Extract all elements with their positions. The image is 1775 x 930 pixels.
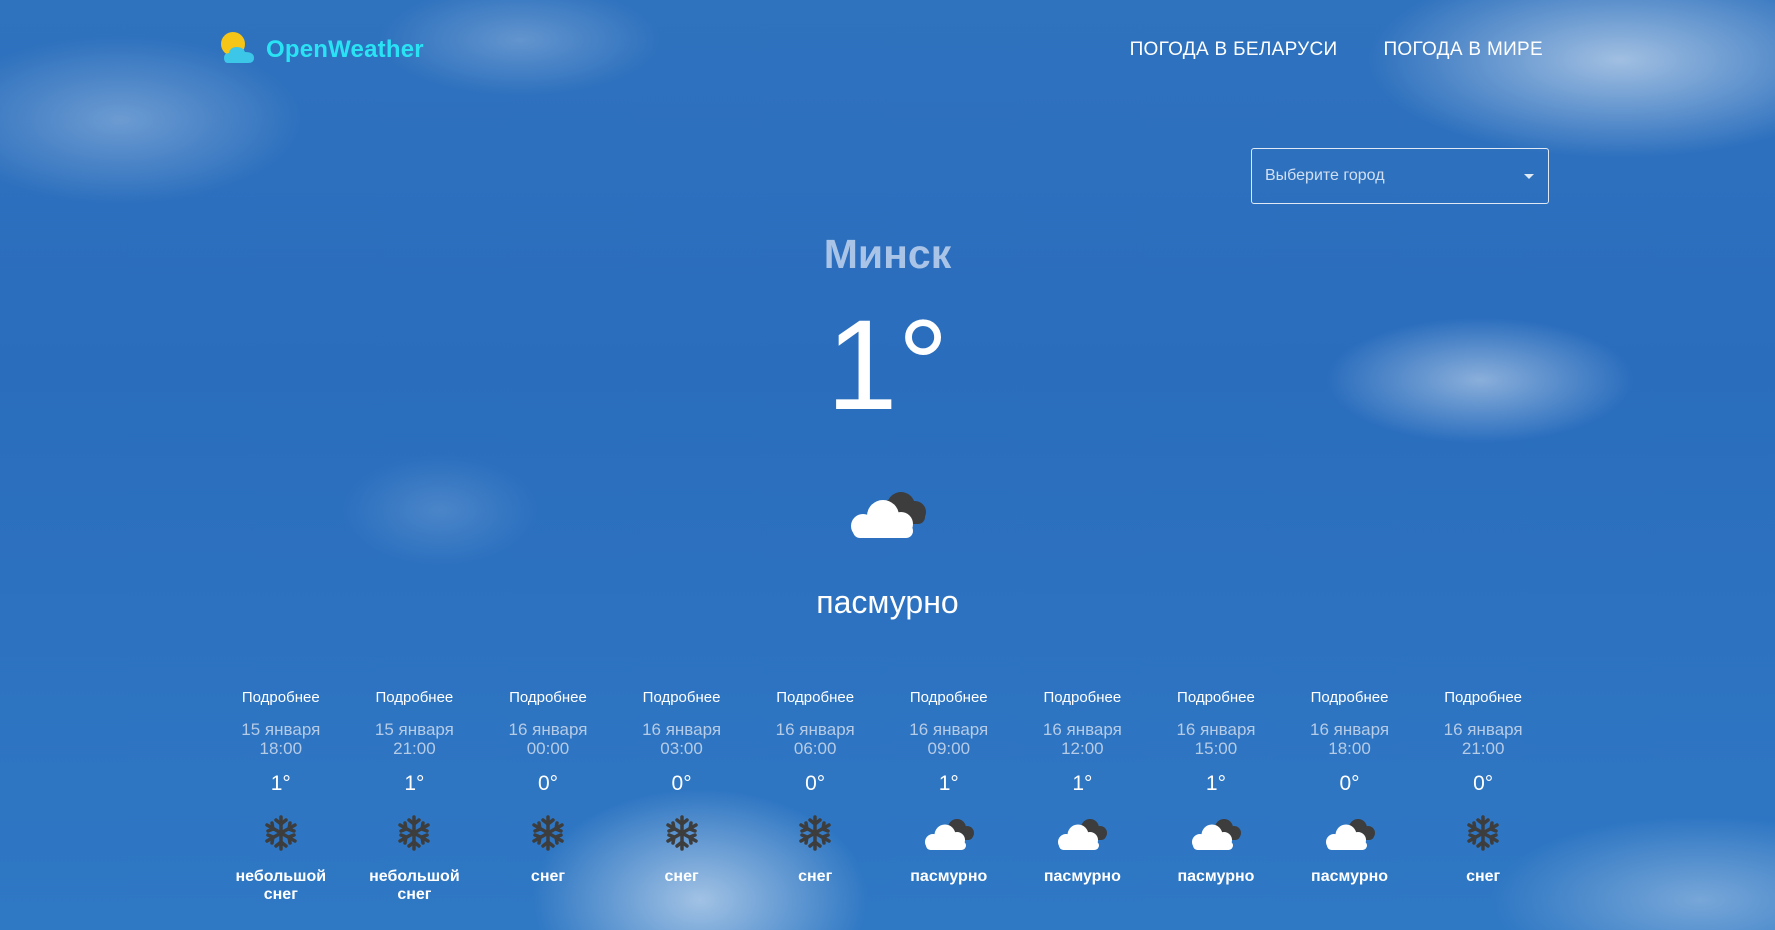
forecast-datetime: 15 января 18:00 [241, 720, 320, 758]
city-name: Минск [823, 231, 952, 277]
forecast-time: 06:00 [793, 739, 837, 758]
current-weather: Минск 1° пасмурно [0, 228, 1775, 622]
forecast-temperature: 1° [404, 772, 425, 795]
forecast-list: Подробнее 15 января 18:00 1° небольшой снег… [214, 688, 1550, 904]
forecast-date: 16 января [775, 720, 855, 739]
forecast-date: 16 января [1042, 720, 1122, 739]
forecast-details-link[interactable]: Подробнее [643, 688, 721, 708]
forecast-datetime: 16 января 00:00 [508, 720, 587, 758]
forecast-details-link[interactable]: Подробнее [1444, 688, 1522, 708]
forecast-date: 16 января [508, 720, 588, 739]
forecast-description: небольшой снег [235, 868, 327, 903]
forecast-item: Подробнее 16 января 12:00 1° пасмурно [1016, 688, 1150, 904]
forecast-time: 09:00 [927, 739, 971, 758]
forecast-temperature: 0° [1339, 772, 1360, 795]
forecast-details-link[interactable]: Подробнее [910, 688, 988, 708]
forecast-datetime: 15 января 21:00 [375, 720, 454, 758]
forecast-temperature: 1° [938, 772, 959, 795]
forecast-item: Подробнее 16 января 18:00 0° пасмурно [1283, 688, 1417, 904]
forecast-details-link[interactable]: Подробнее [509, 688, 587, 708]
forecast-details-link[interactable]: Подробнее [375, 688, 453, 708]
forecast-datetime: 16 января 06:00 [776, 720, 855, 758]
current-temperature: 1° [826, 294, 949, 437]
forecast-details-link[interactable]: Подробнее [1311, 688, 1389, 708]
forecast-temperature: 0° [537, 772, 559, 795]
forecast-temperature: 0° [805, 772, 826, 795]
forecast-description: пасмурно [910, 868, 988, 885]
forecast-item: Подробнее 16 января 09:00 1° пасмурно [882, 688, 1016, 904]
overcast-cloud-icon [850, 492, 926, 538]
forecast-item: Подробнее 16 января 15:00 1° пасмурно [1149, 688, 1283, 904]
forecast-description: снег [798, 868, 833, 885]
chevron-down-icon [1524, 173, 1534, 179]
forecast-datetime: 16 января 12:00 [1043, 720, 1122, 758]
forecast-temperature: 0° [671, 772, 692, 795]
forecast-item: Подробнее 16 января 03:00 0° снег [615, 688, 749, 904]
logo-sun-cloud-icon [221, 32, 254, 63]
forecast-time: 00:00 [526, 739, 570, 758]
forecast-item: Подробнее 15 января 18:00 1° небольшой снег [214, 688, 348, 904]
forecast-datetime: 16 января 18:00 [1310, 720, 1389, 758]
forecast-date: 15 января [374, 720, 454, 739]
forecast-date: 16 января [1310, 720, 1390, 739]
snowflake-icon [665, 815, 698, 851]
forecast-description: пасмурно [1311, 868, 1389, 885]
forecast-time: 12:00 [1061, 739, 1104, 758]
forecast-datetime: 16 января 15:00 [1176, 720, 1255, 758]
forecast-datetime: 16 января 21:00 [1444, 720, 1523, 758]
forecast-temperature: 0° [1473, 772, 1494, 795]
forecast-date: 16 января [909, 720, 989, 739]
snowflake-icon [398, 815, 431, 851]
snowflake-icon [265, 815, 297, 851]
current-description: пасмурно [816, 584, 959, 620]
forecast-time: 18:00 [1328, 739, 1371, 758]
forecast-item: Подробнее 15 января 21:00 1° небольшой снег [348, 688, 482, 904]
forecast-details-link[interactable]: Подробнее [242, 688, 320, 708]
city-select-placeholder: Выберите город [1265, 167, 1385, 184]
forecast-date: 16 января [1443, 720, 1523, 739]
forecast-temperature: 1° [270, 772, 291, 795]
logo[interactable]: OpenWeather [218, 29, 424, 71]
city-select[interactable]: Выберите город [1251, 148, 1549, 204]
snowflake-icon [799, 815, 831, 851]
nav-weather-world[interactable]: ПОГОДА В МИРЕ [1383, 39, 1543, 61]
forecast-description: небольшой снег [369, 868, 460, 903]
forecast-date: 16 января [642, 720, 722, 739]
forecast-item: Подробнее 16 января 06:00 0° снег [748, 688, 882, 904]
forecast-item: Подробнее 16 января 21:00 0° снег [1416, 688, 1550, 904]
forecast-description: пасмурно [1043, 868, 1121, 885]
forecast-description: пасмурно [1177, 868, 1255, 885]
overcast-cloud-icon [924, 819, 974, 850]
forecast-details-link[interactable]: Подробнее [776, 688, 854, 708]
main-nav: ПОГОДА В БЕЛАРУСИ ПОГОДА В МИРЕ [1130, 39, 1543, 61]
forecast-description: снег [664, 868, 699, 885]
forecast-datetime: 16 января 09:00 [909, 720, 988, 758]
forecast-temperature: 1° [1205, 772, 1226, 795]
forecast-details-link[interactable]: Подробнее [1043, 688, 1121, 708]
forecast-datetime: 16 января 03:00 [642, 720, 721, 758]
nav-weather-belarus[interactable]: ПОГОДА В БЕЛАРУСИ [1130, 39, 1338, 61]
forecast-description: снег [1466, 868, 1501, 885]
forecast-time: 15:00 [1194, 739, 1238, 758]
forecast-time: 21:00 [1461, 739, 1505, 758]
overcast-cloud-icon [1058, 819, 1108, 850]
forecast-temperature: 1° [1072, 772, 1093, 795]
forecast-description: снег [530, 868, 566, 885]
forecast-time: 18:00 [259, 739, 303, 758]
snowflake-icon [1467, 815, 1499, 851]
overcast-cloud-icon [1191, 819, 1241, 850]
forecast-details-link[interactable]: Подробнее [1177, 688, 1255, 708]
header: OpenWeather ПОГОДА В БЕЛАРУСИ ПОГОДА В М… [218, 28, 1543, 72]
logo-text: OpenWeather [266, 36, 424, 63]
forecast-time: 03:00 [660, 739, 703, 758]
snowflake-icon [532, 815, 564, 851]
forecast-date: 16 января [1176, 720, 1256, 739]
forecast-time: 21:00 [393, 739, 436, 758]
forecast-date: 15 января [241, 720, 321, 739]
forecast-item: Подробнее 16 января 00:00 0° снег [481, 688, 615, 904]
overcast-cloud-icon [1325, 819, 1375, 850]
